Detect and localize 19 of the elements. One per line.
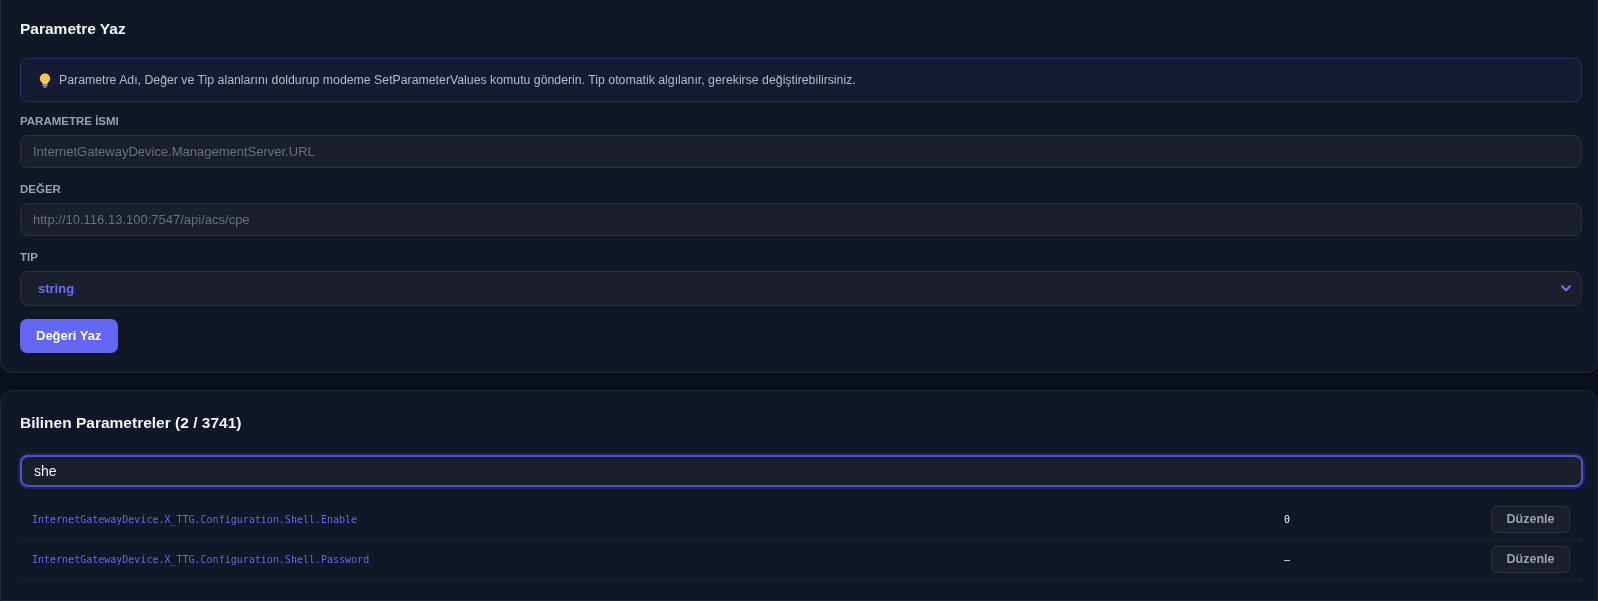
parameter-value: 0 [1284,513,1292,527]
chevron-down-icon [1561,285,1571,292]
info-text: Parametre Adı, Değer ve Tip alanlarını doldurup modeme SetParameterValues komutu gönderin. Tip otomatik algılanır, gerekirse değiştirebilirsiniz. [59,72,856,89]
type-select[interactable]: string [20,271,1582,306]
panel-title: Parametre Yaz [20,19,127,39]
text-input-field[interactable]: InternetGatewayDevice.ManagementServer.URL [20,135,1582,168]
parameter-value: — [1284,553,1292,567]
search-field[interactable]: she [20,455,1583,487]
parameter-name[interactable]: InternetGatewayDevice.X_TTG.Configuration.Shell.Enable [32,512,1284,527]
parameter-name[interactable]: InternetGatewayDevice.X_TTG.Configuration.Shell.Password [32,552,1284,567]
field-label: PARAMETRE İSMI [20,114,120,128]
lightbulb-icon [39,72,51,88]
text-input-field[interactable]: http://10.116.13.100:7547/api/acs/cpe [20,203,1582,236]
edit-button[interactable]: Düzenle [1491,506,1570,533]
edit-button[interactable]: Düzenle [1491,546,1570,573]
field-label: DEĞER [20,182,62,196]
field-label: TIP [20,250,39,264]
write-value-button[interactable]: Değeri Yaz [20,319,118,353]
panel-title: Bilinen Parametreler (2 / 3741) [20,413,243,433]
